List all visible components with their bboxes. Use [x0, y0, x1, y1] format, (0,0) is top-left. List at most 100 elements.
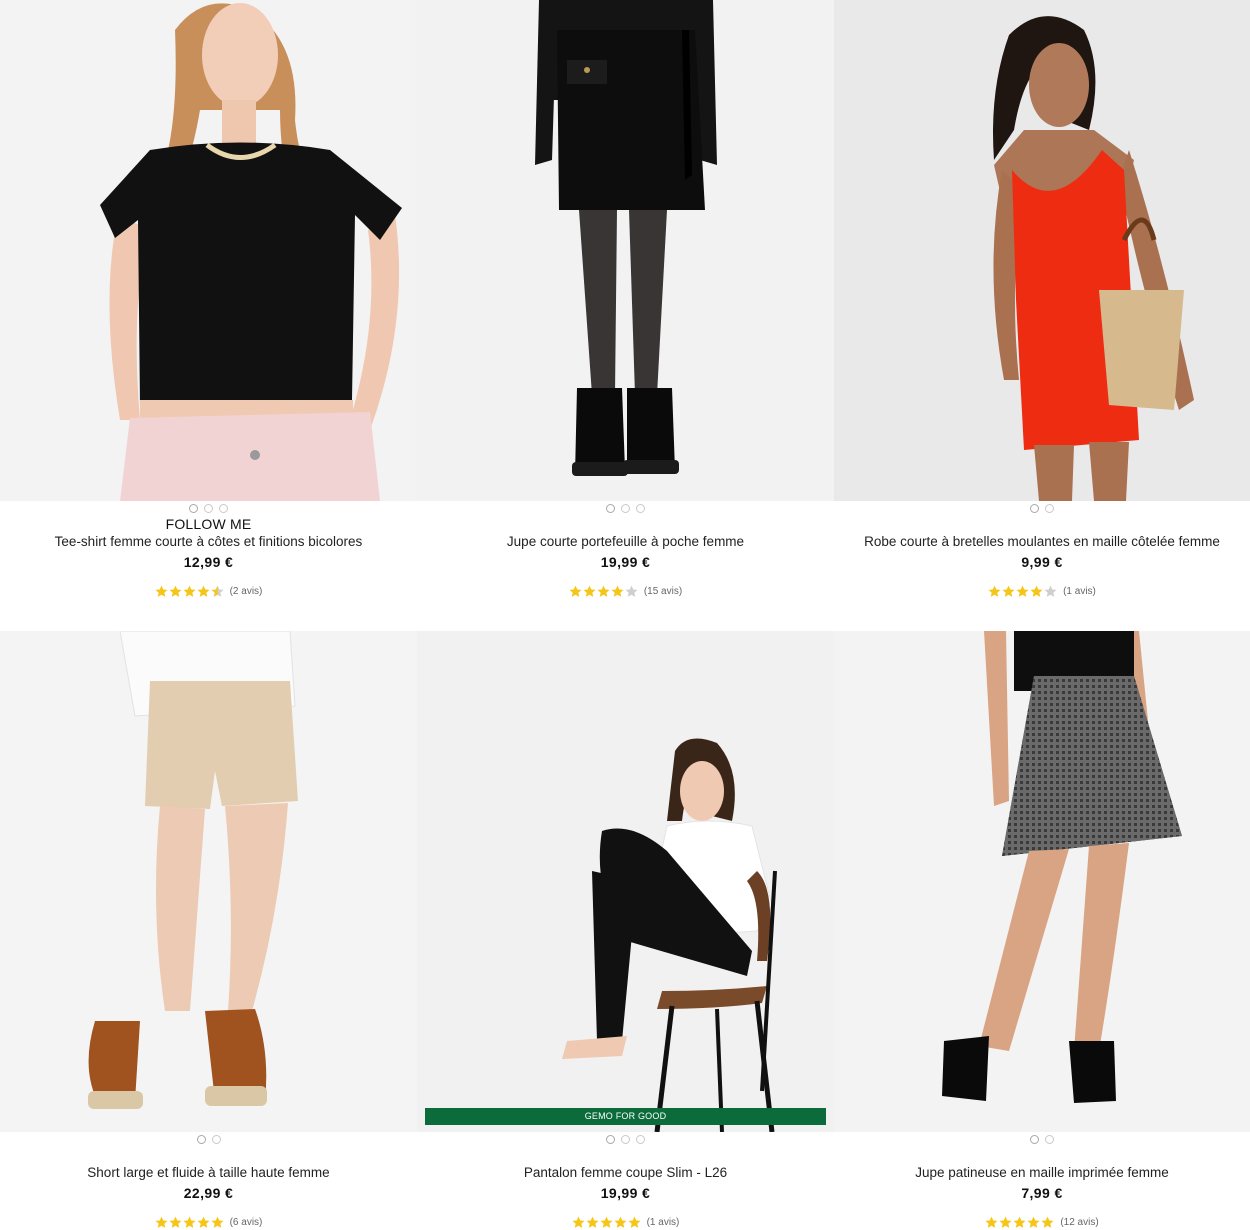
star-icon	[611, 585, 624, 597]
carousel-dot[interactable]	[219, 504, 228, 513]
carousel-dot[interactable]	[211, 1135, 221, 1144]
carousel-dot[interactable]	[196, 1135, 206, 1144]
star-icon	[1027, 1216, 1040, 1228]
star-icon	[1044, 585, 1057, 597]
product-price: 19,99 €	[600, 1185, 651, 1201]
star-icon	[169, 1216, 182, 1228]
star-icon	[572, 1216, 585, 1228]
product-card[interactable]: Jupe patineuse en maille imprimée femme …	[834, 631, 1250, 1230]
star-icon	[1016, 585, 1029, 597]
product-price: 9,99 €	[1021, 554, 1063, 570]
carousel-dot[interactable]	[636, 1135, 645, 1144]
star-icon	[1002, 585, 1015, 597]
star-icon	[586, 1216, 599, 1228]
carousel-dot[interactable]	[606, 504, 615, 513]
image-carousel-dots[interactable]	[0, 504, 417, 513]
image-carousel-dots[interactable]	[417, 1135, 834, 1144]
star-icon	[1041, 1216, 1054, 1228]
product-info: Pantalon femme coupe Slim - L26 19,99 € …	[417, 1164, 834, 1229]
star-icon	[999, 1216, 1012, 1228]
star-icon	[155, 585, 168, 597]
product-rating: (1 avis)	[834, 585, 1250, 598]
star-icon	[600, 1216, 613, 1228]
product-price: 12,99 €	[183, 554, 234, 570]
product-image[interactable]	[417, 0, 834, 501]
product-image[interactable]	[834, 0, 1250, 501]
product-price: 19,99 €	[600, 554, 651, 570]
product-card[interactable]: FOLLOW ME Tee-shirt femme courte à côtes…	[0, 0, 417, 631]
product-info: Jupe courte portefeuille à poche femme 1…	[417, 533, 834, 598]
review-count[interactable]: (6 avis)	[230, 1217, 263, 1228]
review-count[interactable]: (15 avis)	[644, 586, 682, 597]
product-image[interactable]	[0, 631, 417, 1132]
star-icon	[569, 585, 582, 597]
product-name[interactable]: Short large et fluide à taille haute fem…	[0, 1164, 417, 1181]
product-info: Robe courte à bretelles moulantes en mai…	[834, 533, 1250, 598]
carousel-dot[interactable]	[1030, 1135, 1039, 1144]
carousel-dot[interactable]	[621, 1135, 630, 1144]
product-image[interactable]	[834, 631, 1250, 1132]
product-card[interactable]: Robe courte à bretelles moulantes en mai…	[834, 0, 1250, 631]
product-price: 7,99 €	[1021, 1185, 1063, 1201]
image-carousel-dots[interactable]	[834, 1135, 1250, 1144]
product-name[interactable]: Jupe patineuse en maille imprimée femme	[834, 1164, 1250, 1181]
image-carousel-dots[interactable]	[0, 1135, 417, 1144]
carousel-dot[interactable]	[621, 504, 630, 513]
carousel-dot[interactable]	[189, 504, 198, 513]
carousel-dot[interactable]	[1045, 1135, 1054, 1144]
product-brand: FOLLOW ME	[165, 516, 252, 532]
star-icon	[985, 1216, 998, 1228]
carousel-dot[interactable]	[606, 1135, 615, 1144]
carousel-dot[interactable]	[1045, 504, 1054, 513]
promo-badge: GEMO FOR GOOD	[425, 1108, 826, 1125]
product-grid: FOLLOW ME Tee-shirt femme courte à côtes…	[0, 0, 1250, 1230]
carousel-dot[interactable]	[636, 504, 645, 513]
product-card[interactable]: Short large et fluide à taille haute fem…	[0, 631, 417, 1230]
product-image[interactable]	[417, 631, 834, 1132]
star-icon	[1013, 1216, 1026, 1228]
star-icon	[197, 585, 210, 597]
review-count[interactable]: (1 avis)	[1063, 586, 1096, 597]
star-icon	[988, 585, 1001, 597]
product-price: 22,99 €	[183, 1185, 234, 1201]
rating-stars	[985, 1216, 1054, 1229]
review-count[interactable]: (2 avis)	[230, 586, 263, 597]
product-rating: (6 avis)	[0, 1216, 417, 1229]
product-rating: (2 avis)	[0, 585, 417, 598]
product-name[interactable]: Robe courte à bretelles moulantes en mai…	[834, 533, 1250, 550]
carousel-dot[interactable]	[204, 504, 213, 513]
star-icon	[183, 1216, 196, 1228]
image-carousel-dots[interactable]	[834, 504, 1250, 513]
review-count[interactable]: (12 avis)	[1060, 1217, 1098, 1228]
product-name[interactable]: Pantalon femme coupe Slim - L26	[417, 1164, 834, 1181]
star-icon	[211, 585, 224, 597]
carousel-dot[interactable]	[1030, 504, 1039, 513]
product-name[interactable]: Tee-shirt femme courte à côtes et finiti…	[0, 533, 417, 550]
product-card[interactable]: GEMO FOR GOOD Pantalon femme coupe Slim …	[417, 631, 834, 1230]
rating-stars	[155, 585, 224, 598]
product-name[interactable]: Jupe courte portefeuille à poche femme	[417, 533, 834, 550]
rating-stars	[155, 1216, 224, 1229]
product-info: Jupe patineuse en maille imprimée femme …	[834, 1164, 1250, 1229]
star-icon	[155, 1216, 168, 1228]
product-rating: (1 avis)	[417, 1216, 834, 1229]
star-icon	[625, 585, 638, 597]
rating-stars	[569, 585, 638, 598]
star-icon	[211, 1216, 224, 1228]
product-card[interactable]: Jupe courte portefeuille à poche femme 1…	[417, 0, 834, 631]
star-icon	[169, 585, 182, 597]
product-rating: (12 avis)	[834, 1216, 1250, 1229]
review-count[interactable]: (1 avis)	[647, 1217, 680, 1228]
image-carousel-dots[interactable]	[417, 504, 834, 513]
product-info: Short large et fluide à taille haute fem…	[0, 1164, 417, 1229]
star-icon	[628, 1216, 641, 1228]
star-icon	[583, 585, 596, 597]
star-icon	[597, 585, 610, 597]
product-image[interactable]	[0, 0, 417, 501]
rating-stars	[988, 585, 1057, 598]
star-icon	[197, 1216, 210, 1228]
rating-stars	[572, 1216, 641, 1229]
star-icon	[183, 585, 196, 597]
product-rating: (15 avis)	[417, 585, 834, 598]
product-info: FOLLOW ME Tee-shirt femme courte à côtes…	[0, 516, 417, 598]
